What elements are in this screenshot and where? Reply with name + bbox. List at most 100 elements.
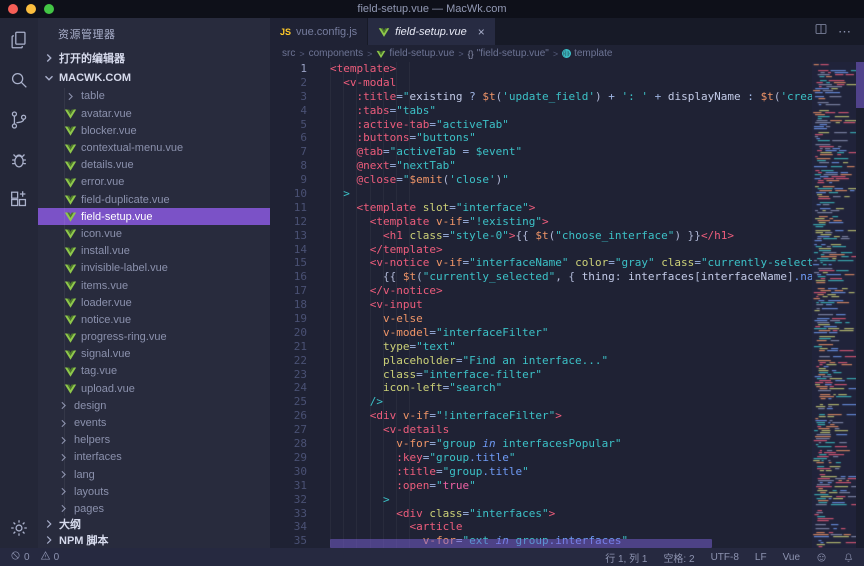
tree-item-interfaces[interactable]: interfaces (38, 449, 270, 466)
code-line[interactable]: :active-tab="activeTab" (330, 118, 812, 132)
line-number-gutter: 1234567891011121314151617181920212223242… (270, 62, 314, 548)
more-actions-icon[interactable]: ⋯ (838, 24, 852, 40)
code-line[interactable]: {{ $t("currently_selected", { thing: int… (330, 270, 812, 284)
code-line[interactable]: :open="true" (330, 479, 812, 493)
tree-item-pages[interactable]: pages (38, 500, 270, 516)
horizontal-scrollbar-slider[interactable] (330, 539, 712, 548)
code-line[interactable]: <v-modal (330, 76, 812, 90)
breadcrumb-item-src[interactable]: src (282, 48, 295, 59)
code-line[interactable]: <h1 class="style-0">{{ $t("choose_interf… (330, 229, 812, 243)
code-line[interactable]: </v-notice> (330, 284, 812, 298)
tree-item-invisible-label.vue[interactable]: invisible-label.vue (38, 260, 270, 277)
code-line[interactable]: <template v-if="!existing"> (330, 215, 812, 229)
source-control-icon[interactable] (7, 108, 31, 132)
code-line[interactable]: <template slot="interface"> (330, 201, 812, 215)
vertical-scrollbar-slider[interactable] (856, 62, 864, 108)
explorer-icon[interactable] (7, 28, 31, 52)
breadcrumb-label: components (309, 48, 363, 59)
code-line[interactable]: <template> (330, 62, 812, 76)
code-editor[interactable]: 1234567891011121314151617181920212223242… (270, 62, 864, 548)
close-tab-icon[interactable]: × (478, 25, 485, 39)
vertical-scrollbar[interactable] (856, 62, 864, 548)
code-line[interactable]: placeholder="Find an interface..." (330, 354, 812, 368)
tree-item-install.vue[interactable]: install.vue (38, 243, 270, 260)
code-line[interactable]: :key="group.title" (330, 451, 812, 465)
section-NPM 脚本[interactable]: NPM 脚本 (38, 532, 270, 548)
minimap[interactable] (812, 62, 856, 548)
breadcrumb-separator: > (299, 49, 304, 59)
breadcrumb-item-field-setup.vue[interactable]: {}"field-setup.vue" (468, 48, 549, 59)
code-line[interactable]: <article (330, 520, 812, 534)
tree-item-table[interactable]: table (38, 88, 270, 105)
tree-item-field-duplicate.vue[interactable]: field-duplicate.vue (38, 191, 270, 208)
tree-item-notice.vue[interactable]: notice.vue (38, 311, 270, 328)
tree-item-tag.vue[interactable]: tag.vue (38, 363, 270, 380)
code-line[interactable]: <div v-if="!interfaceFilter"> (330, 409, 812, 423)
settings-gear-icon[interactable] (7, 516, 31, 540)
code-line[interactable]: <div class="interfaces"> (330, 507, 812, 521)
tree-item-icon.vue[interactable]: icon.vue (38, 225, 270, 242)
section-大纲[interactable]: 大纲 (38, 516, 270, 532)
tree-item-avatar.vue[interactable]: avatar.vue (38, 105, 270, 122)
code-line[interactable]: /> (330, 395, 812, 409)
code-line[interactable]: > (330, 493, 812, 507)
tree-item-details.vue[interactable]: details.vue (38, 157, 270, 174)
status-----2[interactable]: 空格: 2 (663, 550, 694, 565)
tab-vue.config.js[interactable]: JSvue.config.js (270, 18, 367, 45)
tree-item-design[interactable]: design (38, 397, 270, 414)
code-line[interactable]: :title="group.title" (330, 465, 812, 479)
split-editor-icon[interactable] (814, 22, 828, 41)
tree-item-items.vue[interactable]: items.vue (38, 277, 270, 294)
status-lf[interactable]: LF (755, 552, 767, 563)
breadcrumb-item-template[interactable]: ◍template (562, 48, 612, 59)
tab-field-setup.vue[interactable]: field-setup.vue× (368, 18, 495, 45)
code-line[interactable]: type="text" (330, 340, 812, 354)
code-line[interactable]: @next="nextTab" (330, 159, 812, 173)
code-line[interactable]: :tabs="tabs" (330, 104, 812, 118)
tree-item-helpers[interactable]: helpers (38, 432, 270, 449)
line-number: 20 (270, 326, 314, 340)
tree-item-progress-ring.vue[interactable]: progress-ring.vue (38, 328, 270, 345)
extensions-icon[interactable] (7, 188, 31, 212)
tree-item-loader.vue[interactable]: loader.vue (38, 294, 270, 311)
section-open-editors[interactable]: 打开的编辑器 (38, 48, 270, 68)
tree-item-contextual-menu.vue[interactable]: contextual-menu.vue (38, 139, 270, 156)
code-line[interactable]: > (330, 187, 812, 201)
tree-item-signal.vue[interactable]: signal.vue (38, 346, 270, 363)
code-line[interactable]: </template> (330, 243, 812, 257)
code-line[interactable]: <v-details (330, 423, 812, 437)
status-utf-8[interactable]: UTF-8 (711, 552, 739, 563)
tree-item-layouts[interactable]: layouts (38, 483, 270, 500)
code-line[interactable]: @close="$emit('close')" (330, 173, 812, 187)
status-vue[interactable]: Vue (783, 552, 800, 563)
tree-item-lang[interactable]: lang (38, 466, 270, 483)
tree-item-upload.vue[interactable]: upload.vue (38, 380, 270, 397)
code-line[interactable]: v-for="group in interfacesPopular" (330, 437, 812, 451)
tree-item-blocker.vue[interactable]: blocker.vue (38, 122, 270, 139)
feedback-smiley-icon[interactable] (816, 552, 827, 563)
code-line[interactable]: <v-input (330, 298, 812, 312)
status-warnings[interactable]: 0 (40, 550, 60, 564)
line-number: 15 (270, 256, 314, 270)
search-icon[interactable] (7, 68, 31, 92)
code-line[interactable]: :title="existing ? $t('update_field') + … (330, 90, 812, 104)
code-line[interactable]: class="interface-filter" (330, 368, 812, 382)
section-label: NPM 脚本 (59, 532, 109, 548)
tree-item-field-setup.vue[interactable]: field-setup.vue (38, 208, 270, 225)
breadcrumb-item-components[interactable]: components (309, 48, 363, 59)
tree-item-events[interactable]: events (38, 414, 270, 431)
status---1----1[interactable]: 行 1, 列 1 (605, 550, 647, 565)
code-line[interactable]: v-model="interfaceFilter" (330, 326, 812, 340)
code-line[interactable]: @tab="activeTab = $event" (330, 145, 812, 159)
breadcrumb-item-field-setup.vue[interactable]: field-setup.vue (376, 48, 454, 59)
notifications-bell-icon[interactable] (843, 552, 854, 563)
debug-icon[interactable] (7, 148, 31, 172)
status-errors[interactable]: 0 (10, 550, 30, 564)
code-line[interactable]: <v-notice v-if="interfaceName" color="gr… (330, 256, 812, 270)
section-workspace-root[interactable]: MACWK.COM (38, 68, 270, 88)
code-line[interactable]: v-else (330, 312, 812, 326)
code-line[interactable]: :buttons="buttons" (330, 131, 812, 145)
code-line[interactable]: icon-left="search" (330, 381, 812, 395)
tree-item-label: notice.vue (81, 314, 131, 326)
tree-item-error.vue[interactable]: error.vue (38, 174, 270, 191)
